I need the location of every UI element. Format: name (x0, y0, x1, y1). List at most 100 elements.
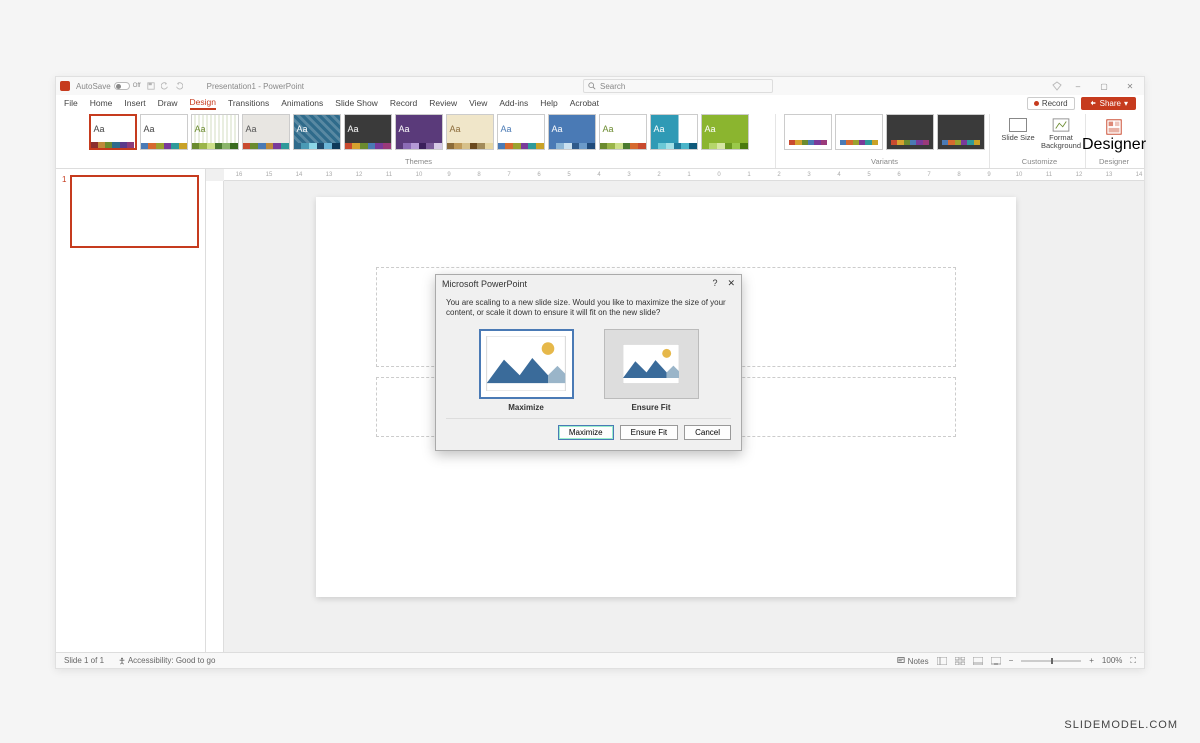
menu-bar: File Home Insert Draw Design Transitions Anima… (56, 95, 1144, 111)
variant-thumbnail[interactable] (835, 114, 883, 150)
slide-thumbnail[interactable] (70, 175, 199, 248)
menu-tab-draw[interactable]: Draw (158, 98, 178, 108)
share-label: Share (1100, 99, 1121, 108)
autosave-toggle[interactable]: AutoSave Off (76, 82, 141, 91)
slide-thumbnail-panel[interactable]: 1 (56, 169, 206, 652)
save-icon[interactable] (147, 82, 155, 90)
menu-tab-insert[interactable]: Insert (124, 98, 145, 108)
customize-label: Customize (1022, 157, 1057, 166)
theme-thumbnail[interactable]: Aa (293, 114, 341, 150)
dialog-help-button[interactable]: ? (712, 278, 717, 289)
undo-icon[interactable] (161, 82, 169, 90)
dialog-close-button[interactable]: ✕ (727, 278, 735, 289)
menu-tab-home[interactable]: Home (90, 98, 113, 108)
ribbon-group-designer: Designer Designer (1090, 114, 1138, 168)
notes-icon (897, 656, 905, 664)
theme-thumbnail[interactable]: Aa (650, 114, 698, 150)
designer-group-label: Designer (1099, 157, 1129, 166)
redo-icon[interactable] (175, 82, 183, 90)
menu-tab-help[interactable]: Help (540, 98, 557, 108)
theme-thumbnail[interactable]: Aa (89, 114, 137, 150)
cancel-button[interactable]: Cancel (684, 425, 731, 440)
theme-thumbnail[interactable]: Aa (599, 114, 647, 150)
theme-thumbnail[interactable]: Aa (344, 114, 392, 150)
status-left: Slide 1 of 1 Accessibility: Good to go (64, 656, 215, 665)
status-right: Notes − + 100% ⛶ (897, 656, 1136, 666)
diamond-icon[interactable] (1052, 81, 1062, 91)
menu-tab-animations[interactable]: Animations (281, 98, 323, 108)
theme-thumbnail[interactable]: Aa (140, 114, 188, 150)
title-bar-center: Search (304, 79, 1052, 93)
theme-thumbnail[interactable]: Aa (242, 114, 290, 150)
chevron-down-icon: ▾ (1124, 99, 1128, 108)
search-icon (588, 82, 596, 90)
ensure-fit-preview-icon (623, 344, 679, 384)
autosave-switch-icon[interactable] (114, 82, 130, 90)
search-input[interactable]: Search (583, 79, 773, 93)
vertical-ruler (206, 181, 224, 652)
normal-view-icon[interactable] (937, 657, 947, 665)
close-window-button[interactable]: ✕ (1120, 79, 1140, 93)
designer-label: Designer (1082, 136, 1146, 154)
ensure-fit-button[interactable]: Ensure Fit (620, 425, 678, 440)
share-button[interactable]: Share ▾ (1081, 97, 1136, 110)
option-ensure-label: Ensure Fit (604, 403, 699, 412)
menu-tab-record[interactable]: Record (390, 98, 417, 108)
menu-tab-add-ins[interactable]: Add-ins (499, 98, 528, 108)
format-background-button[interactable]: Format Background (1041, 114, 1081, 151)
theme-thumbnail[interactable]: Aa (446, 114, 494, 150)
menu-tab-slide-show[interactable]: Slide Show (335, 98, 378, 108)
slide-size-button[interactable]: Slide Size (998, 114, 1038, 142)
zoom-slider[interactable] (1021, 660, 1081, 662)
record-button[interactable]: Record (1027, 97, 1075, 110)
dialog-message: You are scaling to a new slide size. Wou… (446, 298, 731, 319)
menu-tab-review[interactable]: Review (429, 98, 457, 108)
reading-view-icon[interactable] (973, 657, 983, 665)
variants-label: Variants (871, 157, 898, 166)
variant-thumbnail[interactable] (937, 114, 985, 150)
menu-tab-acrobat[interactable]: Acrobat (570, 98, 599, 108)
option-maximize-thumb (479, 329, 574, 399)
slide-thumbnail-item[interactable]: 1 (62, 175, 199, 248)
share-icon (1089, 99, 1097, 107)
slideshow-view-icon[interactable] (991, 657, 1001, 665)
powerpoint-logo-icon (60, 81, 70, 91)
dialog-title: Microsoft PowerPoint (442, 279, 527, 289)
menu-tab-transitions[interactable]: Transitions (228, 98, 269, 108)
variant-thumbnail[interactable] (784, 114, 832, 150)
theme-thumbnail[interactable]: Aa (548, 114, 596, 150)
themes-gallery[interactable]: AaAaAaAaAaAaAaAaAaAaAaAaAa (89, 114, 749, 150)
menu-tab-file[interactable]: File (64, 98, 78, 108)
theme-thumbnail[interactable]: Aa (191, 114, 239, 150)
designer-button[interactable]: Designer (1094, 114, 1134, 154)
dialog-body: You are scaling to a new slide size. Wou… (436, 292, 741, 450)
fit-to-window-button[interactable]: ⛶ (1130, 656, 1136, 666)
notes-button[interactable]: Notes (897, 656, 928, 666)
theme-thumbnail[interactable]: Aa (701, 114, 749, 150)
maximize-button[interactable]: Maximize (558, 425, 614, 440)
minimize-button[interactable]: – (1068, 79, 1088, 93)
menu-tab-view[interactable]: View (469, 98, 487, 108)
accessibility-status[interactable]: Accessibility: Good to go (118, 656, 215, 665)
ribbon: AaAaAaAaAaAaAaAaAaAaAaAaAa Themes Varian… (56, 111, 1144, 169)
menu-tabs: File Home Insert Draw Design Transitions Anima… (64, 97, 599, 110)
zoom-in-button[interactable]: + (1089, 656, 1094, 665)
status-bar: Slide 1 of 1 Accessibility: Good to go N… (56, 652, 1144, 668)
theme-thumbnail[interactable]: Aa (395, 114, 443, 150)
zoom-out-button[interactable]: − (1009, 656, 1014, 665)
ribbon-group-variants: Variants (780, 114, 990, 168)
zoom-level[interactable]: 100% (1102, 656, 1122, 665)
variants-gallery[interactable] (784, 114, 985, 150)
menu-tab-design[interactable]: Design (190, 97, 216, 110)
search-placeholder: Search (600, 82, 625, 91)
slide-number: 1 (62, 175, 66, 248)
theme-thumbnail[interactable]: Aa (497, 114, 545, 150)
slide-size-dialog: Microsoft PowerPoint ? ✕ You are scaling… (435, 274, 742, 451)
option-ensure-fit[interactable]: Ensure Fit (604, 329, 699, 412)
sorter-view-icon[interactable] (955, 657, 965, 665)
record-label: Record (1042, 99, 1068, 108)
option-maximize[interactable]: Maximize (479, 329, 574, 412)
maximize-button[interactable]: ▢ (1094, 79, 1114, 93)
variant-thumbnail[interactable] (886, 114, 934, 150)
slide-info: Slide 1 of 1 (64, 656, 104, 665)
